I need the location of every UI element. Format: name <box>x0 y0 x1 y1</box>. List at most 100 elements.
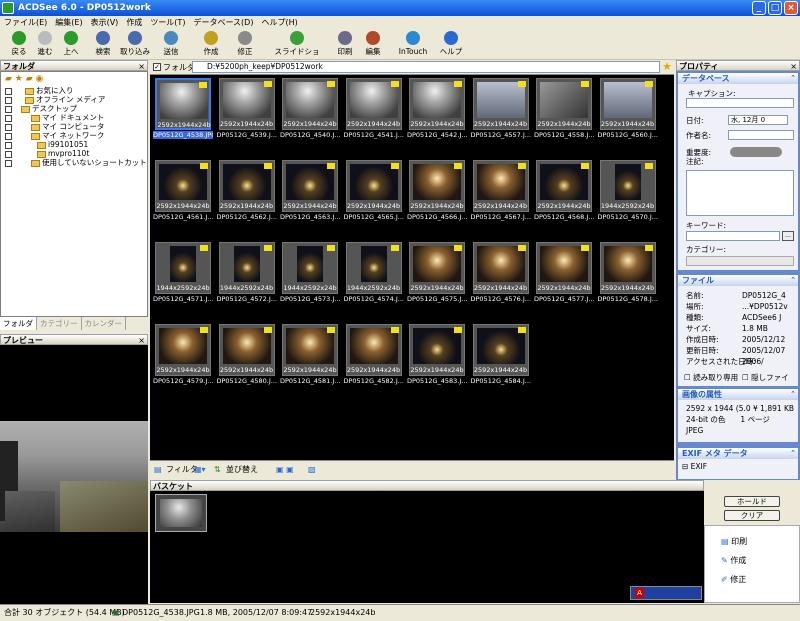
notes-textarea[interactable] <box>686 170 794 216</box>
tree-item[interactable]: mvpro110t <box>5 149 89 158</box>
author-input[interactable] <box>728 130 794 140</box>
thumbnail[interactable]: 2592x1944x24b DP0512G_4575.J... <box>407 242 467 304</box>
toolbar-button-3[interactable]: 検索 <box>86 30 120 59</box>
basket-action-2[interactable]: ✐ 修正 <box>721 574 746 585</box>
menu-item[interactable]: 表示(V) <box>87 16 123 29</box>
tree-item[interactable]: デスクトップ <box>5 104 77 113</box>
thumbnail[interactable]: 2592x1944x24b DP0512G_4576.J... <box>471 242 531 304</box>
thumbnail[interactable]: 2592x1944x24b DP0512G_4577.J... <box>534 242 594 304</box>
keyword-browse-button[interactable]: ... <box>782 231 794 241</box>
thumbnail[interactable]: 2592x1944x24b DP0512G_4584.J... <box>471 324 531 386</box>
basket-action-1[interactable]: ✎ 作成 <box>721 555 746 566</box>
clear-button[interactable]: クリア <box>724 510 780 521</box>
tree-checkbox[interactable] <box>5 105 12 113</box>
thumbnail[interactable]: 2592x1944x24b DP0512G_4560.J... <box>598 78 658 140</box>
folder-tab[interactable]: カレンダー <box>82 317 126 330</box>
thumbnail[interactable]: 2592x1944x24b DP0512G_4567.J... <box>471 160 531 222</box>
thumbnail[interactable]: 2592x1944x24b DP0512G_4578.J... <box>598 242 658 304</box>
tree-checkbox[interactable] <box>5 141 12 149</box>
menu-item[interactable]: ヘルプ(H) <box>257 16 301 29</box>
thumbnail[interactable]: 1944x2592x24b DP0512G_4573.J... <box>280 242 340 304</box>
exif-section-header[interactable]: EXIF メタ データ ⌃ <box>678 448 798 459</box>
tree-item[interactable]: マイ ドキュメント <box>5 113 104 122</box>
thumbnail[interactable]: 2592x1944x24b DP0512G_4568.J... <box>534 160 594 222</box>
thumbnail[interactable]: 2592x1944x24b DP0512G_4563.J... <box>280 160 340 222</box>
address-path[interactable]: D:¥5200ph_keep¥DP0512work <box>192 61 660 73</box>
thumbnail[interactable]: 1944x2592x24b DP0512G_4572.J... <box>217 242 277 304</box>
sort-button[interactable]: 並び替え <box>226 461 258 479</box>
tree-item[interactable]: i99101051 <box>5 140 88 149</box>
thumbnail[interactable]: 1944x2592x24b DP0512G_4574.J... <box>344 242 404 304</box>
toolbar-button-7[interactable]: 修正 <box>228 30 262 59</box>
close-button[interactable]: × <box>784 1 798 15</box>
thumbnail[interactable]: 2592x1944x24b DP0512G_4582.J... <box>344 324 404 386</box>
keyword-input[interactable] <box>686 231 780 241</box>
tree-item[interactable]: オフライン メディア <box>5 95 105 104</box>
minimize-button[interactable]: _ <box>752 1 766 15</box>
tree-checkbox[interactable] <box>5 123 12 131</box>
menu-item[interactable]: データベース(D) <box>189 16 257 29</box>
hold-button[interactable]: ホールド <box>724 496 780 507</box>
tree-checkbox[interactable] <box>5 150 12 158</box>
database-section-header[interactable]: データベース ⌃ <box>678 73 798 84</box>
thumbnail[interactable]: 2592x1944x24b DP0512G_4538.JPG <box>153 78 213 140</box>
tree-checkbox[interactable] <box>5 132 12 140</box>
toolbar-button-10[interactable]: 編集 <box>356 30 390 59</box>
toolbar-button-12[interactable]: ヘルプ <box>434 30 468 59</box>
thumbnail[interactable]: 2592x1944x24b DP0512G_4581.J... <box>280 324 340 386</box>
tree-checkbox[interactable] <box>5 159 12 167</box>
thumbnail[interactable]: 2592x1944x24b DP0512G_4557.J... <box>471 78 531 140</box>
caption-input[interactable] <box>686 98 794 108</box>
basket-action-0[interactable]: ▤ 印刷 <box>721 536 747 547</box>
folder-tab[interactable]: カテゴリー <box>37 317 82 330</box>
category-field[interactable] <box>686 256 794 266</box>
menu-item[interactable]: ツール(T) <box>146 16 189 29</box>
tree-item[interactable]: マイ ネットワーク <box>5 131 104 140</box>
thumbnail[interactable]: 1944x2592x24b DP0512G_4571.J... <box>153 242 213 304</box>
folder-toolbar-icons[interactable]: ▰ ★ ▰ ◉ <box>5 74 43 84</box>
toolbar-button-6[interactable]: 作成 <box>194 30 228 59</box>
menu-item[interactable]: 編集(E) <box>51 16 86 29</box>
thumbnail[interactable]: 2592x1944x24b DP0512G_4566.J... <box>407 160 467 222</box>
tree-checkbox[interactable] <box>5 87 12 95</box>
favorite-star-icon[interactable]: ★ <box>662 60 672 73</box>
view-mode-icon[interactable]: ▦▾ <box>194 461 206 479</box>
collapse-icon[interactable]: ⌃ <box>790 275 796 286</box>
toolbar-button-4[interactable]: 取り込み <box>118 30 152 59</box>
tree-item[interactable]: お気に入り <box>5 86 74 95</box>
basket-thumbnail[interactable] <box>155 494 207 532</box>
menu-item[interactable]: ファイル(E) <box>0 16 51 29</box>
exif-root[interactable]: ⊟ EXIF <box>682 462 707 471</box>
tree-item[interactable]: マイ コンピュータ <box>5 122 104 131</box>
ime-icon[interactable]: A <box>635 588 644 598</box>
collapse-icon[interactable]: ⌃ <box>790 73 796 84</box>
readonly-checkbox[interactable]: ☐ 読み取り専用 <box>684 373 738 382</box>
sort-icon[interactable]: ⇅ <box>214 461 221 479</box>
rating-selector[interactable] <box>730 147 782 157</box>
select-icon[interactable]: ▣ ▣ <box>276 461 294 479</box>
thumbnail[interactable]: 2592x1944x24b DP0512G_4540.J... <box>280 78 340 140</box>
thumbnail[interactable]: 2592x1944x24b DP0512G_4558.J... <box>534 78 594 140</box>
thumbnail[interactable]: 2592x1944x24b DP0512G_4580.J... <box>217 324 277 386</box>
filter-icon[interactable]: ▤ <box>154 461 162 479</box>
maximize-button[interactable]: □ <box>768 1 782 15</box>
date-field[interactable]: 水, 12月 0 <box>728 115 788 125</box>
collapse-icon[interactable]: ⌃ <box>790 389 796 400</box>
collapse-icon[interactable]: ⌃ <box>790 448 796 459</box>
thumbnail[interactable]: 2592x1944x24b DP0512G_4579.J... <box>153 324 213 386</box>
thumbnail[interactable]: 2592x1944x24b DP0512G_4565.J... <box>344 160 404 222</box>
menu-item[interactable]: 作成 <box>122 16 146 29</box>
file-section-header[interactable]: ファイル ⌃ <box>678 275 798 286</box>
tree-checkbox[interactable] <box>5 96 12 104</box>
thumbnail[interactable]: 2592x1944x24b DP0512G_4562.J... <box>217 160 277 222</box>
thumbnail[interactable]: 1944x2592x24b DP0512G_4570.J... <box>598 160 658 222</box>
tree-item[interactable]: 使用していないショートカット <box>5 158 147 167</box>
thumbnail[interactable]: 2592x1944x24b DP0512G_4583.J... <box>407 324 467 386</box>
thumbnail[interactable]: 2592x1944x24b DP0512G_4541.J... <box>344 78 404 140</box>
toolbar-button-2[interactable]: 上へ <box>54 30 88 59</box>
folder-tab[interactable]: フォルダ <box>0 317 37 330</box>
copy-icon[interactable]: ▧ <box>308 461 316 479</box>
thumbnail[interactable]: 2592x1944x24b DP0512G_4542.J... <box>407 78 467 140</box>
hidden-checkbox[interactable]: ☐ 隠しファイ <box>742 373 789 382</box>
image-section-header[interactable]: 画像の属性 ⌃ <box>678 389 798 400</box>
